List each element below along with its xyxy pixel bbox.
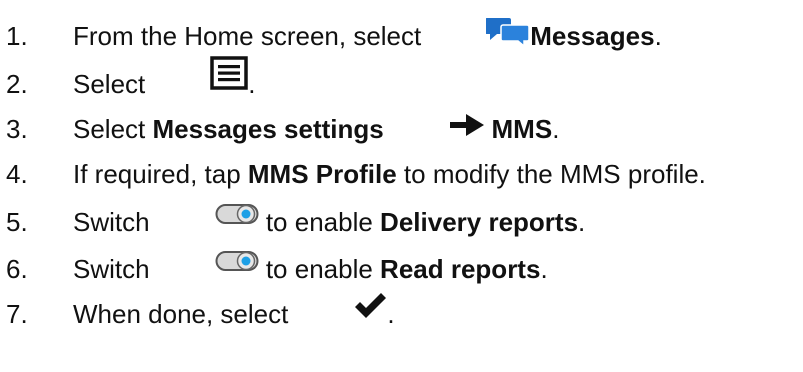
step-text: Switch [73, 207, 157, 237]
step-text: . [387, 299, 395, 329]
step-number: 2. [6, 69, 28, 99]
step-text: to modify the MMS profile. [396, 159, 706, 189]
step-bold-text: MMS Profile [247, 159, 397, 189]
step-text: Select [73, 69, 153, 99]
instruction-list: 1. From the Home screen, select Messages… [0, 0, 803, 338]
step-3: 3. Select Messages settings MMS . [0, 109, 803, 149]
step-7: 7. When done, select . [0, 292, 803, 334]
step-4: 4. If required, tap MMS Profile to modif… [0, 154, 803, 194]
step-number: 5. [6, 207, 28, 237]
step-1: 1. From the Home screen, select Messages… [0, 16, 803, 56]
checkmark-icon [296, 251, 388, 372]
step-text: Select [73, 114, 153, 144]
step-number: 4. [6, 159, 28, 189]
step-bold-text: Read reports [380, 254, 541, 284]
step-text: From the Home screen, select [73, 21, 429, 51]
step-number: 6. [6, 254, 28, 284]
step-text: . [578, 207, 586, 237]
step-number: 1. [6, 21, 28, 51]
step-text: . [248, 69, 256, 99]
step-bold-text: Messages settings [152, 114, 384, 144]
step-bold-text: Delivery reports [380, 207, 579, 237]
step-number: 3. [6, 114, 28, 144]
step-text: Switch [73, 254, 157, 284]
step-number: 7. [6, 299, 28, 329]
step-text: . [540, 254, 548, 284]
step-text: . [654, 21, 662, 51]
step-text: When done, select [73, 299, 296, 329]
step-text: . [552, 114, 560, 144]
step-bold-text: MMS [491, 114, 553, 144]
step-text: to enable [258, 207, 381, 237]
step-6: 6. Switch to enable Read reports . [0, 249, 803, 289]
step-bold-text: Messages [530, 21, 655, 51]
step-5: 5. Switch to enable Delivery reports . [0, 202, 803, 242]
